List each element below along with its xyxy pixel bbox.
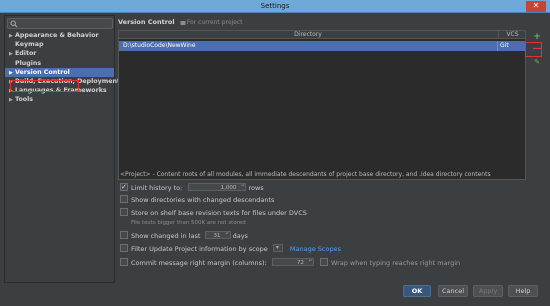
commit-margin-label: Commit message right margin (columns): xyxy=(131,259,267,267)
vcs-cell[interactable]: Git xyxy=(500,41,509,51)
wrap-margin-label: Wrap when typing reaches right margin xyxy=(330,259,461,267)
limit-history-option: Limit history to: 1,000 rows xyxy=(120,182,264,193)
project-scope-label: For current project xyxy=(180,19,243,26)
sidebar-item-keymap[interactable]: Keymap xyxy=(5,40,114,49)
add-mapping-button[interactable]: + xyxy=(530,32,544,42)
show-changed-checkbox[interactable] xyxy=(120,231,128,239)
sidebar-item-version-control[interactable]: ▶ Version Control xyxy=(5,67,114,77)
sidebar-item-label: Editor xyxy=(15,50,37,58)
sidebar-item-label: Tools xyxy=(15,96,34,104)
filter-update-checkbox[interactable] xyxy=(120,244,128,252)
show-dirs-option: Show directories with changed descendant… xyxy=(120,195,274,205)
settings-sidebar: ▶ Appearance & Behavior Keymap ▶ Editor Pl… xyxy=(4,15,120,283)
search-icon xyxy=(10,20,18,28)
search-input[interactable] xyxy=(7,18,113,29)
sidebar-item-label: Plugins xyxy=(15,59,42,67)
manage-scopes-link[interactable]: Manage Scopes xyxy=(290,245,341,253)
dialog-footer: OK Cancel Apply Help xyxy=(0,285,550,306)
filter-update-label: Filter Update Project information by sco… xyxy=(131,245,268,253)
scope-dropdown[interactable] xyxy=(272,243,283,253)
page-title: Version Control xyxy=(118,18,175,26)
cancel-button[interactable]: Cancel xyxy=(438,285,468,297)
column-separator xyxy=(497,41,498,51)
directory-cell[interactable]: D:\studioCode\NewWine xyxy=(123,41,196,51)
show-dirs-label: Show directories with changed descendant… xyxy=(131,196,275,204)
store-shelf-checkbox[interactable] xyxy=(120,208,128,216)
wrap-margin-checkbox[interactable] xyxy=(319,258,328,266)
sidebar-item-editor[interactable]: ▶ Editor xyxy=(5,49,114,58)
sidebar-item-label: Keymap xyxy=(15,41,44,49)
show-changed-label: Show changed in last xyxy=(131,232,201,240)
limit-history-checkbox[interactable] xyxy=(120,182,128,192)
store-shelf-label: Store on shelf base revision texts for f… xyxy=(131,209,307,217)
commit-margin-option: Commit message right margin (columns): 7… xyxy=(120,258,460,268)
limit-history-unit: rows xyxy=(248,184,264,192)
settings-tree: ▶ Appearance & Behavior Keymap ▶ Editor Pl… xyxy=(5,31,120,105)
store-shelf-hint: File texts bigger than 500K are not stor… xyxy=(131,220,246,226)
show-changed-spinner[interactable]: 31 xyxy=(204,231,231,239)
close-button[interactable]: ✕ xyxy=(526,1,546,12)
page-header: Version Control For current project xyxy=(118,17,243,27)
project-icon xyxy=(180,20,186,25)
table-row[interactable]: D:\studioCode\NewWine Git xyxy=(119,41,525,51)
sidebar-item-plugins[interactable]: Plugins xyxy=(5,59,114,68)
annotation-highlight-box xyxy=(10,80,79,92)
show-changed-option: Show changed in last 31 days xyxy=(120,231,248,241)
column-header-vcs[interactable]: VCS xyxy=(498,31,526,39)
annotation-highlight-box xyxy=(525,42,542,57)
commit-margin-checkbox[interactable] xyxy=(120,258,128,266)
title-bar: Settings ✕ xyxy=(0,0,550,13)
commit-margin-spinner[interactable]: 72 xyxy=(271,258,314,266)
filter-update-option: Filter Update Project information by sco… xyxy=(120,243,341,254)
column-header-directory[interactable]: Directory xyxy=(119,31,497,39)
edit-mapping-button[interactable]: ✎ xyxy=(530,57,544,67)
mappings-description: <Project> - Content roots of all modules… xyxy=(120,171,491,178)
sidebar-item-label: Version Control xyxy=(15,68,70,76)
window-title: Settings xyxy=(260,2,290,10)
show-dirs-checkbox[interactable] xyxy=(120,195,128,203)
limit-history-label: Limit history to: xyxy=(131,184,183,192)
show-changed-unit: days xyxy=(232,232,248,240)
sidebar-item-appearance-behavior[interactable]: ▶ Appearance & Behavior xyxy=(5,31,114,40)
table-header: Directory VCS xyxy=(119,31,525,39)
apply-button[interactable]: Apply xyxy=(473,285,503,297)
ok-button[interactable]: OK xyxy=(403,285,431,297)
sidebar-item-tools[interactable]: ▶ Tools xyxy=(5,95,114,104)
sidebar-item-label: Appearance & Behavior xyxy=(15,32,99,39)
vcs-mappings-table: Directory VCS D:\studioCode\NewWine Git xyxy=(118,30,526,180)
store-shelf-option: Store on shelf base revision texts for f… xyxy=(120,208,307,218)
help-button[interactable]: Help xyxy=(508,285,538,297)
limit-history-spinner[interactable]: 1,000 xyxy=(188,183,247,191)
version-control-panel: Version Control For current project Dire… xyxy=(117,15,547,283)
